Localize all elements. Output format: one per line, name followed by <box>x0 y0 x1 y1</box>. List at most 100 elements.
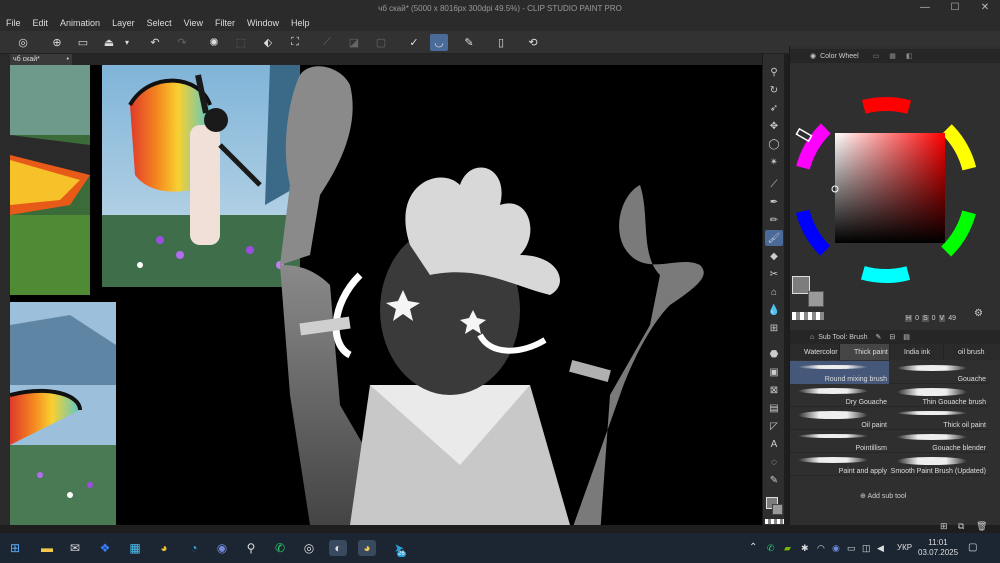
brush-item[interactable]: Thick oil paint <box>889 407 988 430</box>
menu-edit[interactable]: Edit <box>27 18 55 28</box>
tab-india-ink[interactable]: India ink <box>890 344 944 360</box>
duplicate-icon[interactable]: ⊞ <box>940 521 948 532</box>
new-file-icon[interactable]: ⊕ <box>48 34 66 51</box>
color-wheel-title[interactable]: Color Wheel <box>820 53 859 60</box>
tab-close-icon[interactable]: • <box>67 54 69 65</box>
figure-icon[interactable]: ⊞ <box>765 320 783 336</box>
frame-icon[interactable]: ⊠ <box>765 382 783 398</box>
windows-start-icon[interactable]: ⊞ <box>6 540 24 556</box>
brush-item[interactable]: Oil paint <box>790 407 889 430</box>
fill-tool-icon[interactable]: ⬣ <box>765 346 783 362</box>
tool-property-tab-icon[interactable]: ✎ <box>876 333 882 341</box>
rotate-icon[interactable]: ↻ <box>765 82 783 98</box>
layer-tab-icon[interactable]: ▤ <box>903 333 910 341</box>
transform-icon[interactable]: ⛶ <box>286 34 304 51</box>
menu-help[interactable]: Help <box>285 18 316 28</box>
pen-stroke-icon[interactable]: ✓ <box>405 34 423 51</box>
tab-thick-paint[interactable]: Thick paint <box>840 344 890 360</box>
whatsapp-icon[interactable]: ✆ <box>271 540 289 556</box>
edge-icon[interactable]: ◔ <box>185 540 203 556</box>
clock[interactable]: 11:01 03.07.2025 <box>918 538 958 558</box>
chrome-icon[interactable]: ◕ <box>155 540 173 556</box>
menu-filter[interactable]: Filter <box>209 18 241 28</box>
document-tab[interactable]: чб скай* • <box>10 54 72 65</box>
companion-icon[interactable]: ⟲ <box>524 34 542 51</box>
brush-item[interactable]: Round mixing brush <box>790 361 889 384</box>
tab-oil-brush[interactable]: oil brush <box>944 344 1000 360</box>
save-icon[interactable]: ⏏ <box>100 34 118 51</box>
balloon-icon[interactable]: ◌ <box>765 454 783 470</box>
menu-layer[interactable]: Layer <box>106 18 141 28</box>
brush-item[interactable]: Smooth Paint Brush (Updated) <box>889 453 988 476</box>
tab-watercolor[interactable]: Watercolor <box>790 344 840 360</box>
redo-icon[interactable]: ↷ <box>173 34 191 51</box>
open-folder-icon[interactable]: ▭ <box>74 34 92 51</box>
chrome-window-icon[interactable]: ◕ <box>358 540 376 556</box>
menu-window[interactable]: Window <box>241 18 285 28</box>
line-icon[interactable]: ◸ <box>765 418 783 434</box>
brush-stroke-icon[interactable]: ◡ <box>430 34 448 51</box>
brush-item[interactable]: Dry Gouache <box>790 384 889 407</box>
tray-network-icon[interactable]: ◫ <box>862 543 871 554</box>
blend-icon[interactable]: 💧 <box>765 302 783 318</box>
color-history-tab-icon[interactable]: ◧ <box>906 52 913 60</box>
tray-battery-icon[interactable]: ▭ <box>847 543 856 554</box>
decoration-icon[interactable]: ✂ <box>765 266 783 282</box>
transparent-color-swatch[interactable] <box>792 312 824 320</box>
color-slider-tab-icon[interactable]: ▭ <box>873 52 880 60</box>
tray-wifi-icon[interactable]: ◠ <box>817 543 825 554</box>
close-button[interactable]: ✕ <box>970 0 1000 15</box>
notification-icon[interactable]: ▢ <box>968 542 977 553</box>
correct-line-icon[interactable]: ✎ <box>765 472 783 488</box>
discord-icon[interactable]: ◉ <box>213 540 231 556</box>
clip-studio-paint-icon[interactable]: ◐ <box>329 540 347 556</box>
store-icon[interactable]: ▦ <box>126 540 144 556</box>
chevron-down-icon[interactable]: ▾ <box>118 34 136 51</box>
operation-icon[interactable]: ➶ <box>765 100 783 116</box>
device-icon[interactable]: ▯ <box>492 34 510 51</box>
invert-selection-icon[interactable]: ◪ <box>345 34 363 51</box>
deselect-icon[interactable]: ⟋ <box>318 34 336 51</box>
sub-tool-title[interactable]: Sub Tool: Brush <box>818 334 867 341</box>
brush-item[interactable]: Gouache blender <box>889 430 988 453</box>
menu-view[interactable]: View <box>178 18 209 28</box>
ruler-icon[interactable]: ▤ <box>765 400 783 416</box>
auto-select-icon[interactable]: ✴ <box>765 154 783 170</box>
color-settings-icon[interactable]: ⚙ <box>974 308 983 319</box>
zoom-icon[interactable]: ⚲ <box>765 64 783 80</box>
copy-icon[interactable]: ⧉ <box>958 521 964 532</box>
add-sub-tool-button[interactable]: ⊕ Add sub tool <box>860 492 906 500</box>
brush-size-tab-icon[interactable]: ⊟ <box>889 333 895 341</box>
dropbox-icon[interactable]: ❖ <box>96 540 114 556</box>
move-icon[interactable]: ✥ <box>765 118 783 134</box>
text-icon[interactable]: A <box>765 436 783 452</box>
clip-studio-icon[interactable]: ◎ <box>14 34 32 51</box>
menu-animation[interactable]: Animation <box>54 18 106 28</box>
lens-app-icon[interactable]: ⚲ <box>242 540 260 556</box>
transparent-swatch[interactable] <box>765 519 784 524</box>
sub-color-swatch-small[interactable] <box>772 504 783 515</box>
color-set-tab-icon[interactable]: ▦ <box>889 52 896 60</box>
brush-item[interactable]: Paint and apply <box>790 453 889 476</box>
tray-whatsapp-icon[interactable]: ✆ <box>767 543 775 554</box>
tray-bluetooth-icon[interactable]: ✱ <box>801 543 809 554</box>
keyboard-language[interactable]: УКР <box>897 543 912 552</box>
loading-icon[interactable]: ✺ <box>205 34 223 51</box>
color-wheel-tab-icon[interactable]: ◉ <box>810 52 816 60</box>
lasso-icon[interactable]: ◯ <box>765 136 783 152</box>
eraser-icon[interactable]: ◆ <box>765 248 783 264</box>
tray-discord-icon[interactable]: ◉ <box>832 543 840 554</box>
tray-volume-icon[interactable]: ◀ <box>877 543 884 554</box>
trash-icon[interactable]: 🗑 <box>976 521 987 532</box>
brush-item[interactable]: Pointillism <box>790 430 889 453</box>
brush-item[interactable]: Thin Gouache brush <box>889 384 988 407</box>
pencil-icon[interactable]: ✏ <box>765 212 783 228</box>
maximize-button[interactable]: ☐ <box>940 0 970 15</box>
selection-border-icon[interactable]: ▢ <box>372 34 390 51</box>
airbrush-icon[interactable]: ⌂ <box>765 284 783 300</box>
color-wheel[interactable] <box>790 86 985 296</box>
tray-chevron-icon[interactable]: ⌃ <box>749 542 757 553</box>
minimize-button[interactable]: — <box>910 0 940 15</box>
brush-icon[interactable]: 🖌 <box>765 230 783 246</box>
sub-color-swatch[interactable] <box>808 291 824 307</box>
